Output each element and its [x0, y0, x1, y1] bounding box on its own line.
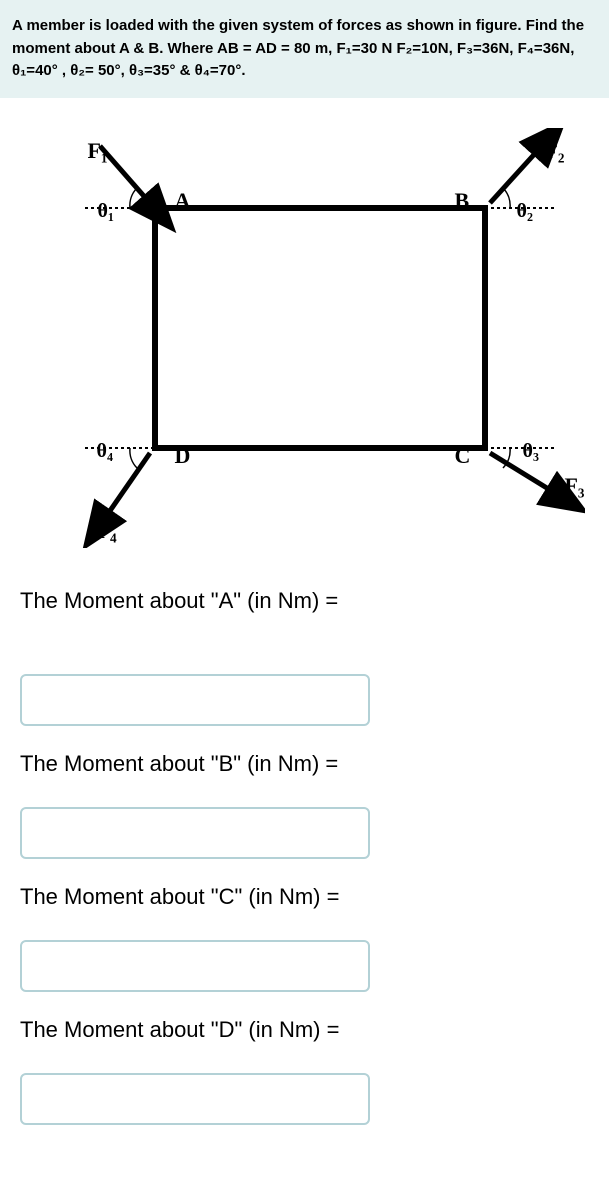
question-A-block: The Moment about "A" (in Nm) =	[20, 588, 589, 726]
label-D: D	[175, 443, 191, 469]
answer-input-D[interactable]	[20, 1073, 370, 1125]
question-D-text: The Moment about "D" (in Nm) =	[20, 1017, 589, 1043]
answer-input-B[interactable]	[20, 807, 370, 859]
label-C: C	[455, 443, 471, 469]
label-theta1: θ₁	[98, 200, 114, 223]
answer-input-A[interactable]	[20, 674, 370, 726]
label-theta4: θ₄	[97, 440, 113, 463]
question-C-block: The Moment about "C" (in Nm) =	[20, 884, 589, 992]
label-F2: F₂	[544, 138, 564, 164]
problem-text: A member is loaded with the given system…	[12, 17, 584, 79]
label-theta2: θ₂	[517, 200, 533, 223]
label-theta3: θ₃	[523, 440, 539, 463]
label-A: A	[175, 188, 191, 214]
question-C-text: The Moment about "C" (in Nm) =	[20, 884, 589, 910]
figure-diagram: F₁ F₂ F₃ F₄ A B C D θ₁ θ₂ θ₃ θ₄	[25, 128, 585, 548]
problem-statement: A member is loaded with the given system…	[0, 0, 609, 98]
label-F4: F₄	[97, 518, 117, 544]
question-A-text: The Moment about "A" (in Nm) =	[20, 588, 589, 614]
question-B-text: The Moment about "B" (in Nm) =	[20, 751, 589, 777]
question-B-block: The Moment about "B" (in Nm) =	[20, 751, 589, 859]
question-D-block: The Moment about "D" (in Nm) =	[20, 1017, 589, 1125]
label-F1: F₁	[88, 138, 108, 164]
label-B: B	[455, 188, 470, 214]
label-F3: F₃	[564, 473, 584, 499]
answer-input-C[interactable]	[20, 940, 370, 992]
force-diagram-svg	[25, 128, 585, 548]
